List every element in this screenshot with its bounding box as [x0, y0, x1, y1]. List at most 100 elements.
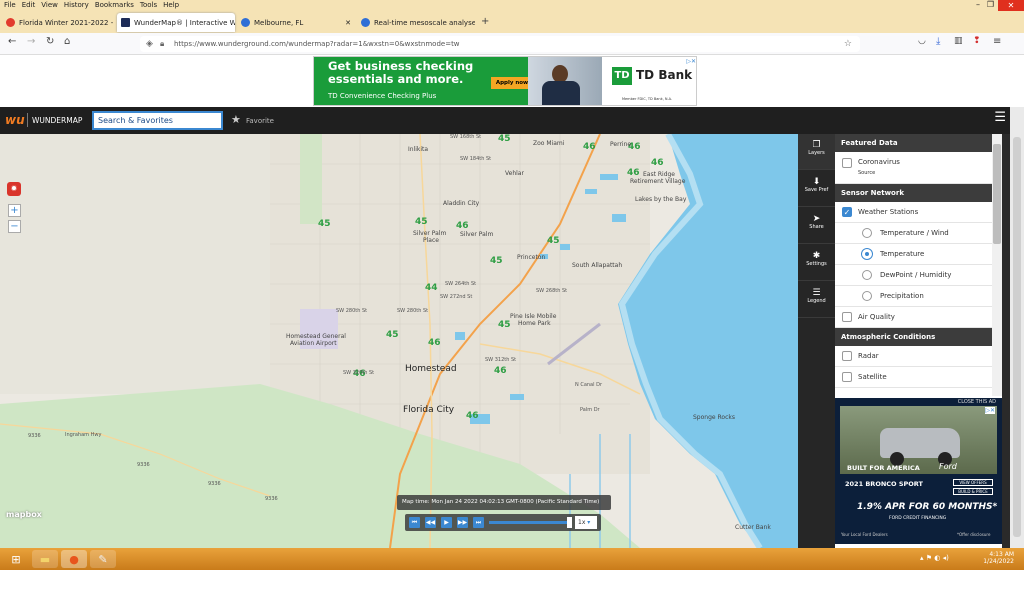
legend-button[interactable]: ☰ Legend	[798, 282, 835, 318]
temperature-marker[interactable]: 45	[498, 320, 511, 330]
radar-checkbox[interactable]	[842, 351, 852, 361]
coronavirus-checkbox[interactable]	[842, 158, 852, 168]
menu-tools[interactable]: Tools	[140, 1, 157, 9]
close-ad-link[interactable]: CLOSE THIS AD	[958, 399, 996, 405]
extension-icon[interactable]: ❢	[973, 36, 981, 46]
temperature-marker[interactable]: 45	[498, 134, 511, 144]
clock[interactable]: 4:13 AM 1/24/2022	[960, 551, 1014, 565]
settings-button[interactable]: ✱ Settings	[798, 245, 835, 281]
skip-end-icon[interactable]: ⏭	[473, 517, 484, 528]
close-window-button[interactable]: ✕	[998, 0, 1024, 11]
app-menu-icon[interactable]: ≡	[993, 36, 1001, 47]
paint-icon[interactable]: ✎	[90, 550, 116, 568]
temperature-marker[interactable]: 46	[627, 168, 640, 178]
dewpoint-option[interactable]: DewPoint / Humidity	[835, 265, 992, 286]
zoom-out-button[interactable]: −	[8, 220, 21, 233]
apply-now-button[interactable]: Apply now	[491, 77, 533, 89]
panel-scrollbar[interactable]	[992, 134, 1002, 396]
weather-stations-checkbox[interactable]: ✓	[842, 207, 852, 217]
downloads-icon[interactable]: ⤓	[936, 36, 940, 47]
favorite-button[interactable]: Favorite	[246, 117, 274, 125]
file-explorer-icon[interactable]: ▬	[32, 550, 58, 568]
air-quality-checkbox[interactable]	[842, 312, 852, 322]
play-icon[interactable]: ▶	[441, 517, 452, 528]
menu-file[interactable]: File	[4, 1, 16, 9]
tray-icons[interactable]: ▴ ⚑ ◐ ◂)	[920, 554, 949, 562]
temperature-marker[interactable]: 45	[386, 330, 399, 340]
radar-row[interactable]: Radar	[835, 346, 992, 367]
temp-wind-option[interactable]: Temperature / Wind	[835, 223, 992, 244]
coronavirus-row[interactable]: Coronavirus Source	[835, 152, 992, 184]
save-pref-button[interactable]: ⬇ Save Pref	[798, 171, 835, 207]
menu-edit[interactable]: Edit	[22, 1, 36, 9]
temperature-marker[interactable]: 45	[547, 236, 560, 246]
temperature-marker[interactable]: 46	[466, 411, 479, 421]
precipitation-option[interactable]: Precipitation	[835, 286, 992, 307]
share-button[interactable]: ➤ Share	[798, 208, 835, 244]
temperature-option[interactable]: Temperature	[835, 244, 992, 265]
restore-button[interactable]: ❐	[987, 0, 994, 9]
ford-ad[interactable]: CLOSE THIS AD ▷✕ BUILT FOR AMERICA Ford …	[835, 398, 1002, 544]
temp-wind-radio[interactable]	[862, 228, 872, 238]
tab-florida-winter[interactable]: Florida Winter 2021-2022 - Pag ✕	[2, 13, 115, 32]
mapbox-logo[interactable]: mapbox	[6, 510, 42, 519]
adchoices-icon[interactable]: ▷✕	[686, 58, 696, 65]
menu-history[interactable]: History	[64, 1, 89, 9]
temperature-marker[interactable]: 46	[494, 366, 507, 376]
wu-logo-icon[interactable]: wu	[5, 113, 25, 127]
shield-icon[interactable]: ◈	[146, 36, 153, 52]
firefox-icon[interactable]: ●	[61, 550, 87, 568]
window-scroll-thumb[interactable]	[1013, 137, 1021, 537]
td-bank-ad[interactable]: Get business checking essentials and mor…	[313, 56, 697, 106]
menu-bookmarks[interactable]: Bookmarks	[95, 1, 134, 9]
temperature-marker[interactable]: 44	[425, 283, 438, 293]
temperature-marker[interactable]: 46	[428, 338, 441, 348]
window-scrollbar[interactable]	[1010, 107, 1024, 548]
new-tab-button[interactable]: +	[481, 16, 489, 27]
tab-wundermap[interactable]: WunderMap® | Interactive We ✕	[117, 13, 235, 32]
tab-mesoscale[interactable]: Real-time mesoscale analyses fr ✕	[357, 13, 475, 32]
back-icon[interactable]: ←	[8, 36, 16, 47]
skip-start-icon[interactable]: ⏮	[409, 517, 420, 528]
air-quality-row[interactable]: Air Quality	[835, 307, 992, 328]
bookmark-star-icon[interactable]: ☆	[844, 36, 852, 52]
timeline-slider[interactable]	[489, 521, 571, 524]
search-input[interactable]: Search & Favorites	[92, 111, 223, 130]
temperature-marker[interactable]: 46	[651, 158, 664, 168]
speed-select[interactable]: 1x ▾	[575, 516, 597, 529]
source-link[interactable]: Source	[858, 170, 900, 176]
step-forward-icon[interactable]: ▶▶	[457, 517, 468, 528]
pocket-icon[interactable]: ◡	[918, 36, 926, 46]
panel-scroll-thumb[interactable]	[993, 144, 1001, 244]
timeline-handle[interactable]	[567, 517, 572, 528]
map-canvas[interactable]: 45 46 46 46 46 45 45 46 45 45 44 45 45 46 46 46 46 Inlik…	[0, 134, 798, 548]
close-tab-icon[interactable]: ✕	[341, 19, 351, 27]
hamburger-menu-icon[interactable]: ☰	[994, 110, 1006, 125]
reload-icon[interactable]: ↻	[46, 36, 54, 47]
temperature-marker[interactable]: 45	[318, 219, 331, 229]
precipitation-radio[interactable]	[862, 291, 872, 301]
minimize-button[interactable]: –	[976, 0, 980, 9]
dewpoint-radio[interactable]	[862, 270, 872, 280]
satellite-checkbox[interactable]	[842, 372, 852, 382]
layers-button[interactable]: ❐ Layers	[798, 134, 835, 170]
temperature-marker[interactable]: 46	[583, 142, 596, 152]
temperature-marker[interactable]: 45	[490, 256, 503, 266]
temperature-marker[interactable]: 45	[415, 217, 428, 227]
temperature-radio[interactable]	[862, 249, 872, 259]
lock-icon[interactable]: 🔒︎	[160, 36, 164, 52]
step-back-icon[interactable]: ◀◀	[425, 517, 436, 528]
satellite-row[interactable]: Satellite	[835, 367, 992, 388]
sidebar-toggle-icon[interactable]: ▥	[954, 36, 963, 46]
menu-help[interactable]: Help	[163, 1, 179, 9]
build-price-button[interactable]: BUILD & PRICE	[953, 488, 993, 495]
view-offers-button[interactable]: VIEW OFFERS	[953, 479, 993, 486]
home-icon[interactable]: ⌂	[64, 36, 70, 47]
star-icon[interactable]: ★	[231, 113, 241, 126]
weather-stations-row[interactable]: ✓ Weather Stations	[835, 202, 992, 223]
url-bar[interactable]: ◈ 🔒︎ https://www.wunderground.com/wunder…	[140, 36, 860, 52]
virus-layer-icon[interactable]: ✹	[7, 182, 21, 196]
forward-icon[interactable]: →	[27, 36, 35, 47]
adchoices-icon[interactable]: ▷✕	[985, 407, 995, 414]
tab-melbourne[interactable]: Melbourne, FL ✕	[237, 13, 355, 32]
